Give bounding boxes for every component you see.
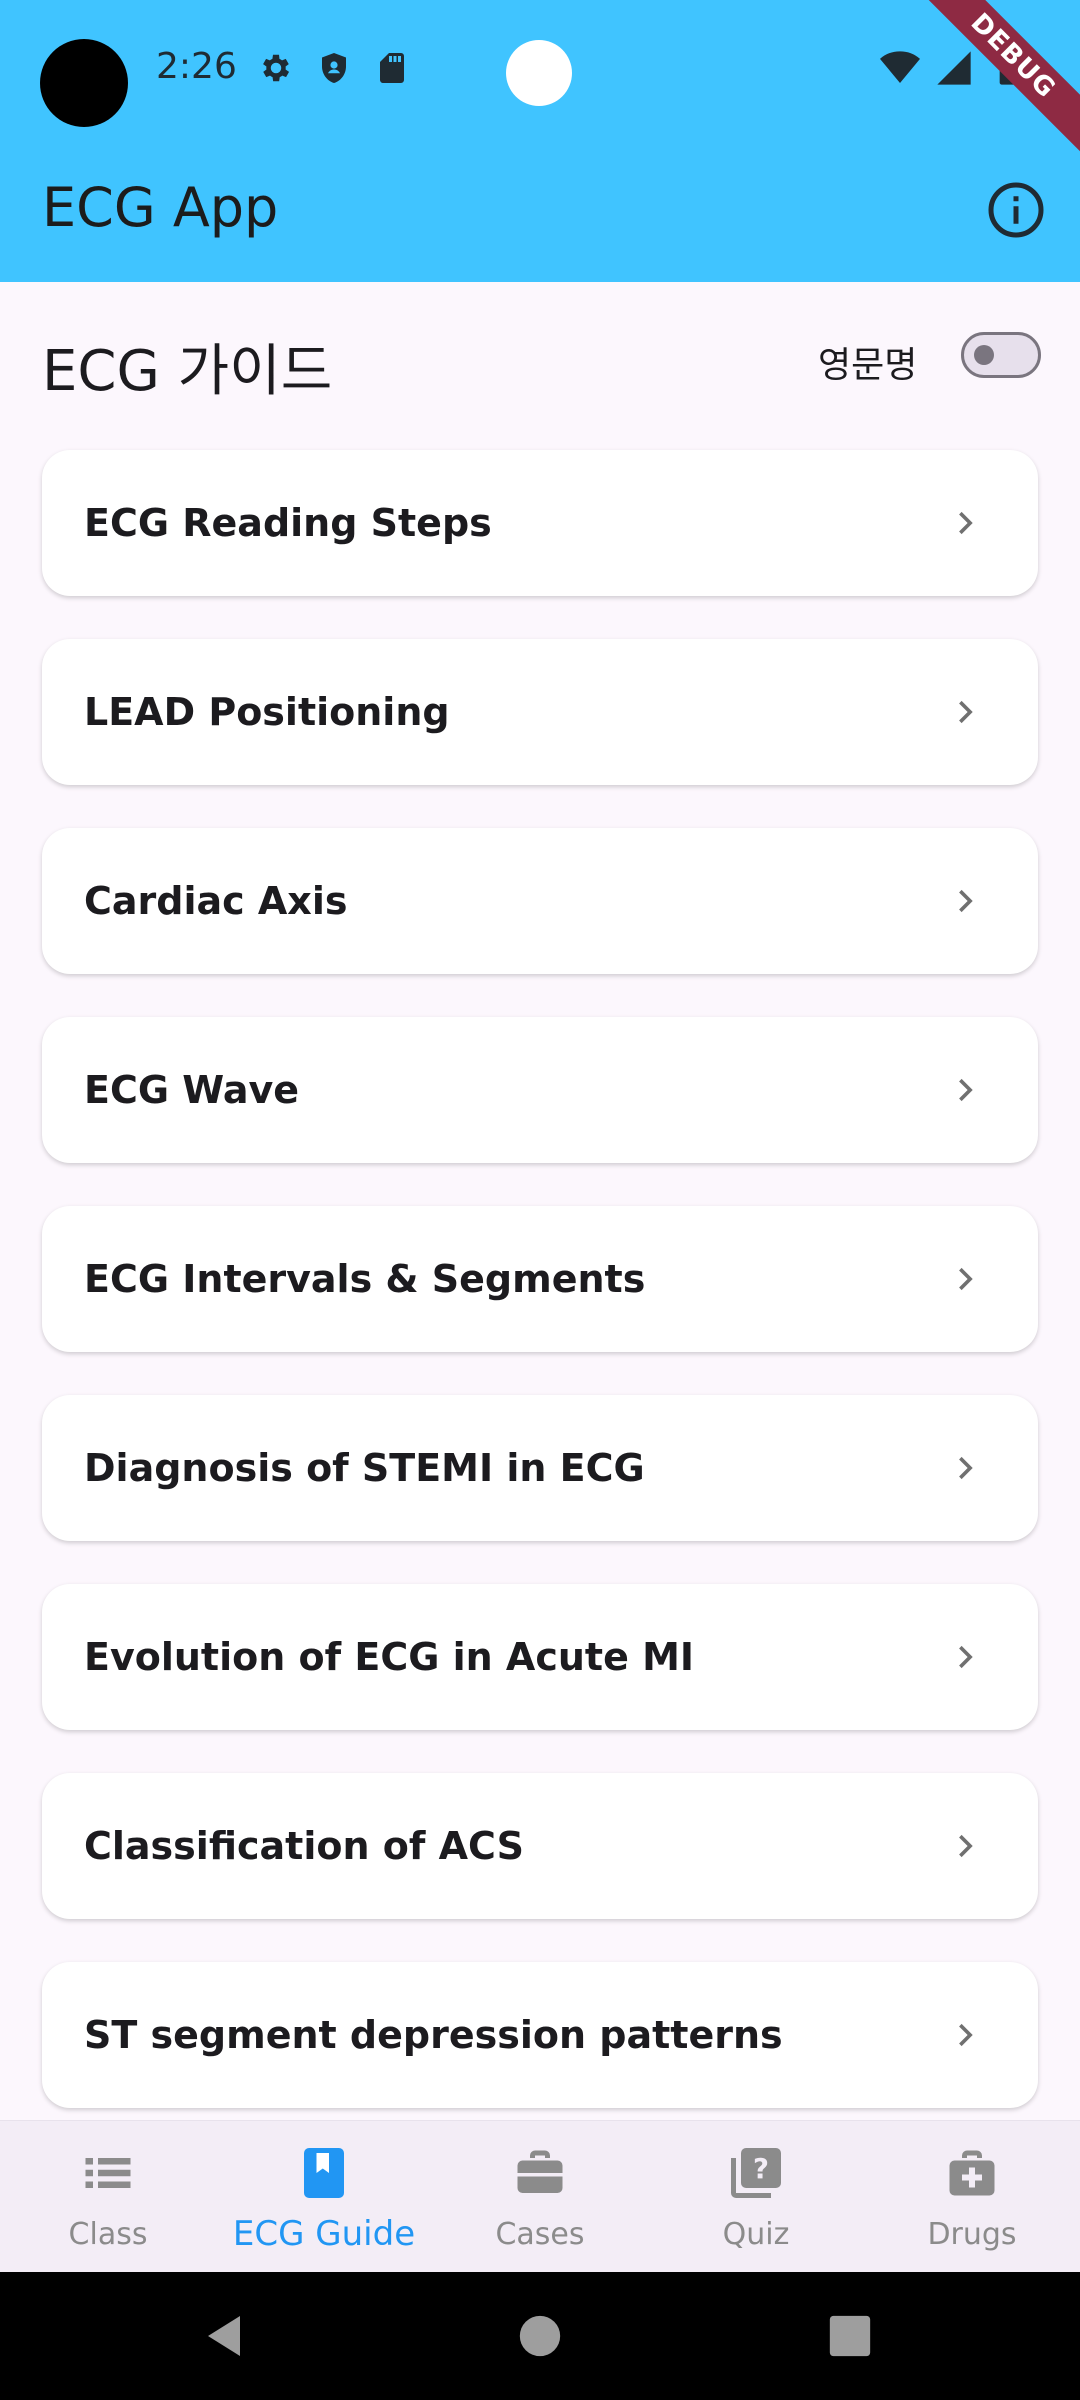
nav-tab-class[interactable]: Class: [0, 2121, 216, 2273]
nav-label: ECG Guide: [232, 2214, 416, 2254]
chevron-right-icon: [959, 1267, 973, 1291]
home-icon[interactable]: [518, 2314, 562, 2358]
english-name-toggle[interactable]: [961, 332, 1041, 378]
guide-item-title: ECG Wave: [84, 1068, 300, 1112]
guide-item-title: ECG Intervals & Segments: [84, 1257, 646, 1301]
guide-item-stemi-diagnosis[interactable]: Diagnosis of STEMI in ECG: [42, 1395, 1038, 1541]
section-title: ECG 가이드: [42, 339, 333, 404]
notification-dot: [506, 40, 572, 106]
nav-tab-ecg-guide[interactable]: ECG Guide: [216, 2121, 432, 2273]
list-icon: [85, 2158, 131, 2188]
app-bar: 2:26 DEBUG ECG App: [0, 0, 1080, 282]
guide-item-intervals-segments[interactable]: ECG Intervals & Segments: [42, 1206, 1038, 1352]
nav-label: Drugs: [927, 2217, 1017, 2252]
status-icons: [258, 50, 410, 86]
camera-cutout: [40, 39, 128, 127]
quiz-icon: ?: [731, 2148, 781, 2198]
chevron-right-icon: [959, 700, 973, 724]
guide-item-evolution-acute-mi[interactable]: Evolution of ECG in Acute MI: [42, 1584, 1038, 1730]
toggle-knob: [974, 345, 994, 365]
guide-item-title: Cardiac Axis: [84, 879, 348, 923]
system-navigation-bar: [0, 2272, 1080, 2400]
chevron-right-icon: [959, 1078, 973, 1102]
status-bar: 2:26 DEBUG: [0, 0, 1080, 159]
guide-list: ECG Reading Steps LEAD Positioning Cardi…: [42, 450, 1038, 2151]
chevron-right-icon: [959, 889, 973, 913]
sd-card-icon: [380, 53, 404, 83]
info-icon[interactable]: [986, 180, 1046, 240]
recents-icon[interactable]: [828, 2314, 872, 2358]
back-icon[interactable]: [200, 2312, 248, 2360]
svg-text:?: ?: [753, 2153, 769, 2185]
guide-item-acs-classification[interactable]: Classification of ACS: [42, 1773, 1038, 1919]
chevron-right-icon: [959, 2023, 973, 2047]
guide-item-title: ST segment depression patterns: [84, 2013, 783, 2057]
guide-item-title: ECG Reading Steps: [84, 501, 492, 545]
nav-tab-drugs[interactable]: Drugs: [864, 2121, 1080, 2273]
guide-item-lead-positioning[interactable]: LEAD Positioning: [42, 639, 1038, 785]
wifi-icon: [880, 51, 920, 83]
shield-icon: [322, 53, 346, 83]
nav-tab-cases[interactable]: Cases: [432, 2121, 648, 2273]
guide-item-st-depression[interactable]: ST segment depression patterns: [42, 1962, 1038, 2108]
guide-item-cardiac-axis[interactable]: Cardiac Axis: [42, 828, 1038, 974]
nav-label: Cases: [495, 2217, 585, 2252]
guide-item-title: Diagnosis of STEMI in ECG: [84, 1446, 645, 1490]
chevron-right-icon: [959, 511, 973, 535]
bookmark-book-icon: [304, 2148, 344, 2198]
english-name-toggle-label: 영문명: [818, 345, 918, 386]
briefcase-icon: [517, 2150, 563, 2193]
guide-item-title: LEAD Positioning: [84, 690, 450, 734]
nav-label: Quiz: [722, 2217, 790, 2252]
guide-item-reading-steps[interactable]: ECG Reading Steps: [42, 450, 1038, 596]
chevron-right-icon: [959, 1645, 973, 1669]
medical-kit-icon: [949, 2150, 995, 2196]
chevron-right-icon: [959, 1834, 973, 1858]
chevron-right-icon: [959, 1456, 973, 1480]
guide-item-ecg-wave[interactable]: ECG Wave: [42, 1017, 1038, 1163]
guide-item-title: Evolution of ECG in Acute MI: [84, 1635, 695, 1679]
signal-icon: [937, 51, 971, 85]
nav-label: Class: [68, 2217, 148, 2252]
bottom-navigation: Class ECG Guide Cases ? Quiz Drugs: [0, 2120, 1080, 2273]
status-time: 2:26: [156, 46, 237, 87]
nav-tab-quiz[interactable]: ? Quiz: [648, 2121, 864, 2273]
guide-item-title: Classification of ACS: [84, 1824, 524, 1868]
gear-icon: [263, 54, 290, 82]
app-title: ECG App: [42, 176, 279, 239]
